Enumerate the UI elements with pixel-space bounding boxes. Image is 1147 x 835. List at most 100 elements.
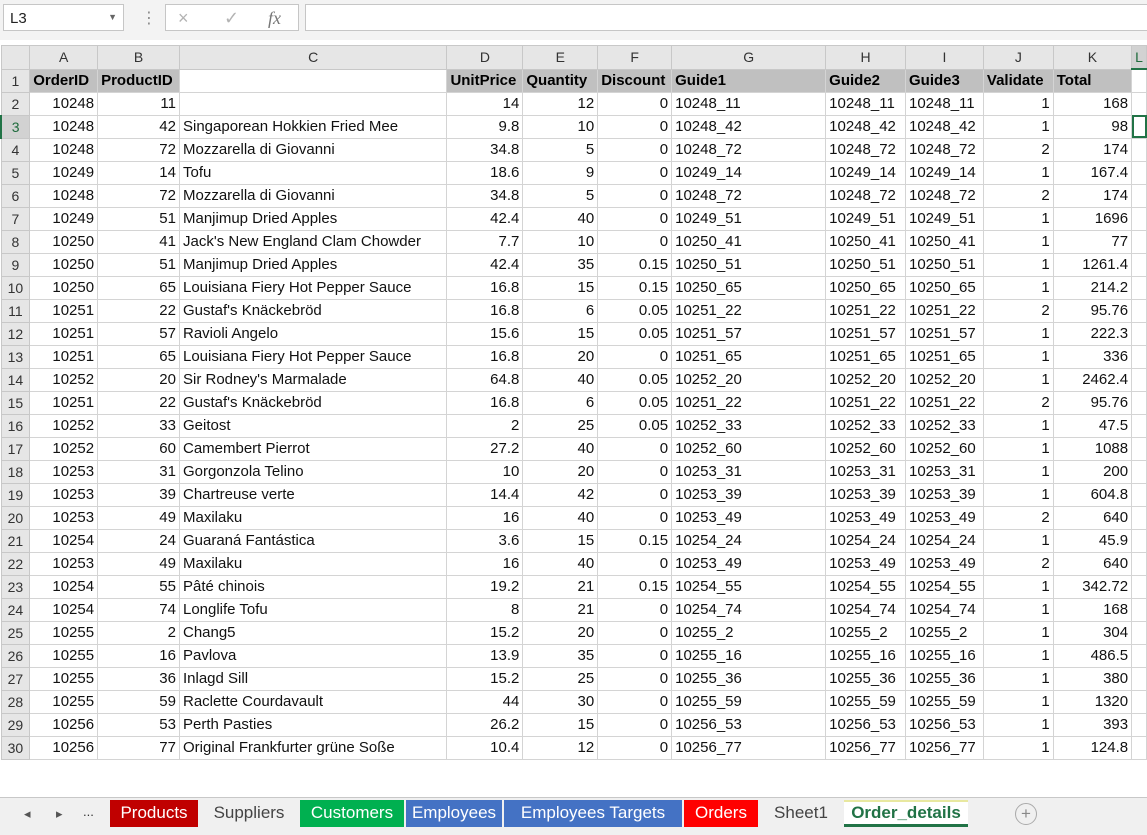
cell[interactable]: 124.8 xyxy=(1052,735,1133,760)
cell[interactable]: 19.2 xyxy=(446,574,524,599)
cell[interactable]: 11 xyxy=(97,91,180,116)
cell[interactable]: 55 xyxy=(97,574,180,599)
cell[interactable]: 57 xyxy=(97,321,180,346)
cell[interactable]: 0 xyxy=(597,183,673,208)
cell[interactable]: 10248_72 xyxy=(671,137,827,162)
cell[interactable]: 1 xyxy=(982,620,1054,645)
cell[interactable]: 486.5 xyxy=(1052,643,1133,668)
cell[interactable]: 0.05 xyxy=(597,321,673,346)
row-header[interactable]: 29 xyxy=(0,712,31,737)
cell[interactable]: 10248_72 xyxy=(671,183,827,208)
cell[interactable] xyxy=(1131,298,1147,323)
cell[interactable]: 2462.4 xyxy=(1052,367,1133,392)
row-header[interactable]: 18 xyxy=(0,459,31,484)
row-header[interactable]: 27 xyxy=(0,666,31,691)
cell[interactable] xyxy=(1131,68,1147,93)
cell[interactable]: 98 xyxy=(1052,114,1133,139)
cell[interactable]: 51 xyxy=(97,206,180,231)
cell[interactable] xyxy=(1131,91,1147,116)
cell[interactable]: 41 xyxy=(97,229,180,254)
column-header-f[interactable]: F xyxy=(597,45,673,70)
header-cell[interactable] xyxy=(178,68,448,93)
row-header[interactable]: 11 xyxy=(0,298,31,323)
cell[interactable]: 10251 xyxy=(29,321,99,346)
cell[interactable]: 10250 xyxy=(29,229,99,254)
cell[interactable]: Sir Rodney's Marmalade xyxy=(178,367,448,392)
cell[interactable]: 16.8 xyxy=(446,344,524,369)
cell[interactable]: 10253_31 xyxy=(671,459,827,484)
cell[interactable]: 21 xyxy=(522,574,599,599)
cell[interactable] xyxy=(1131,413,1147,438)
cell[interactable] xyxy=(1131,689,1147,714)
row-header[interactable]: 28 xyxy=(0,689,31,714)
cell[interactable]: 77 xyxy=(1052,229,1133,254)
cell[interactable]: 10253_39 xyxy=(671,482,827,507)
cell[interactable]: 40 xyxy=(522,206,599,231)
cell[interactable]: 10250_41 xyxy=(671,229,827,254)
row-header[interactable]: 9 xyxy=(0,252,31,277)
cell[interactable]: 42 xyxy=(522,482,599,507)
cell[interactable]: 13.9 xyxy=(446,643,524,668)
cell[interactable]: 10252_33 xyxy=(905,413,984,438)
cell[interactable]: 604.8 xyxy=(1052,482,1133,507)
cell[interactable]: 10253_31 xyxy=(905,459,984,484)
cell[interactable]: 36 xyxy=(97,666,180,691)
tab-orders[interactable]: Orders xyxy=(684,800,758,827)
cell[interactable]: 16.8 xyxy=(446,275,524,300)
cell[interactable]: 0.15 xyxy=(597,252,673,277)
cell[interactable]: 10248_42 xyxy=(671,114,827,139)
cell[interactable]: 42.4 xyxy=(446,252,524,277)
cell[interactable]: 10248_11 xyxy=(671,91,827,116)
header-cell[interactable]: ProductID xyxy=(97,68,180,93)
cell[interactable]: 2 xyxy=(982,298,1054,323)
cell[interactable]: 10253 xyxy=(29,482,99,507)
cell[interactable]: 1 xyxy=(982,643,1054,668)
cell[interactable]: 0.05 xyxy=(597,367,673,392)
cell[interactable]: 60 xyxy=(97,436,180,461)
row-header[interactable]: 10 xyxy=(0,275,31,300)
cell[interactable]: 10251_57 xyxy=(671,321,827,346)
cell[interactable]: 1 xyxy=(982,252,1054,277)
cell[interactable]: 1261.4 xyxy=(1052,252,1133,277)
cell[interactable]: 10251_65 xyxy=(671,344,827,369)
cell[interactable]: 15.2 xyxy=(446,620,524,645)
row-header[interactable]: 21 xyxy=(0,528,31,553)
cell[interactable]: Manjimup Dried Apples xyxy=(178,206,448,231)
column-header-b[interactable]: B xyxy=(97,45,180,70)
vertical-dots-icon[interactable]: ⋮ xyxy=(141,8,157,28)
cell[interactable]: 16 xyxy=(446,505,524,530)
cell[interactable]: 16.8 xyxy=(446,390,524,415)
cell[interactable] xyxy=(1131,597,1147,622)
cell[interactable]: 10254_55 xyxy=(825,574,906,599)
cell[interactable]: 10249 xyxy=(29,206,99,231)
cell[interactable]: 10255 xyxy=(29,689,99,714)
cell[interactable]: 16 xyxy=(97,643,180,668)
cell[interactable]: 0 xyxy=(597,114,673,139)
cell[interactable]: 15 xyxy=(522,275,599,300)
cell[interactable]: 10253_49 xyxy=(671,505,827,530)
cell[interactable]: 40 xyxy=(522,505,599,530)
cell[interactable]: 65 xyxy=(97,275,180,300)
cell[interactable]: 0 xyxy=(597,505,673,530)
cell[interactable]: 16.8 xyxy=(446,298,524,323)
cell[interactable]: 6 xyxy=(522,390,599,415)
cell[interactable]: 10252_60 xyxy=(905,436,984,461)
cell[interactable]: 9.8 xyxy=(446,114,524,139)
cell[interactable]: 10255_16 xyxy=(825,643,906,668)
cell[interactable]: 0 xyxy=(597,551,673,576)
cell[interactable]: 14 xyxy=(97,160,180,185)
cell[interactable]: 10253 xyxy=(29,459,99,484)
cell[interactable]: 10251_22 xyxy=(825,298,906,323)
cell[interactable]: 10255_2 xyxy=(671,620,827,645)
cell[interactable]: 95.76 xyxy=(1052,390,1133,415)
cell[interactable]: 10252_60 xyxy=(825,436,906,461)
cell[interactable]: 10250_65 xyxy=(825,275,906,300)
column-header-k[interactable]: K xyxy=(1052,45,1133,70)
cell[interactable]: 1 xyxy=(982,436,1054,461)
cell[interactable]: 10254_24 xyxy=(825,528,906,553)
cell[interactable]: 10249_51 xyxy=(905,206,984,231)
cell[interactable]: 10251_22 xyxy=(905,390,984,415)
cell[interactable]: 10252_33 xyxy=(671,413,827,438)
row-header[interactable]: 15 xyxy=(0,390,31,415)
tab-order-details[interactable]: Order_details xyxy=(844,800,968,827)
